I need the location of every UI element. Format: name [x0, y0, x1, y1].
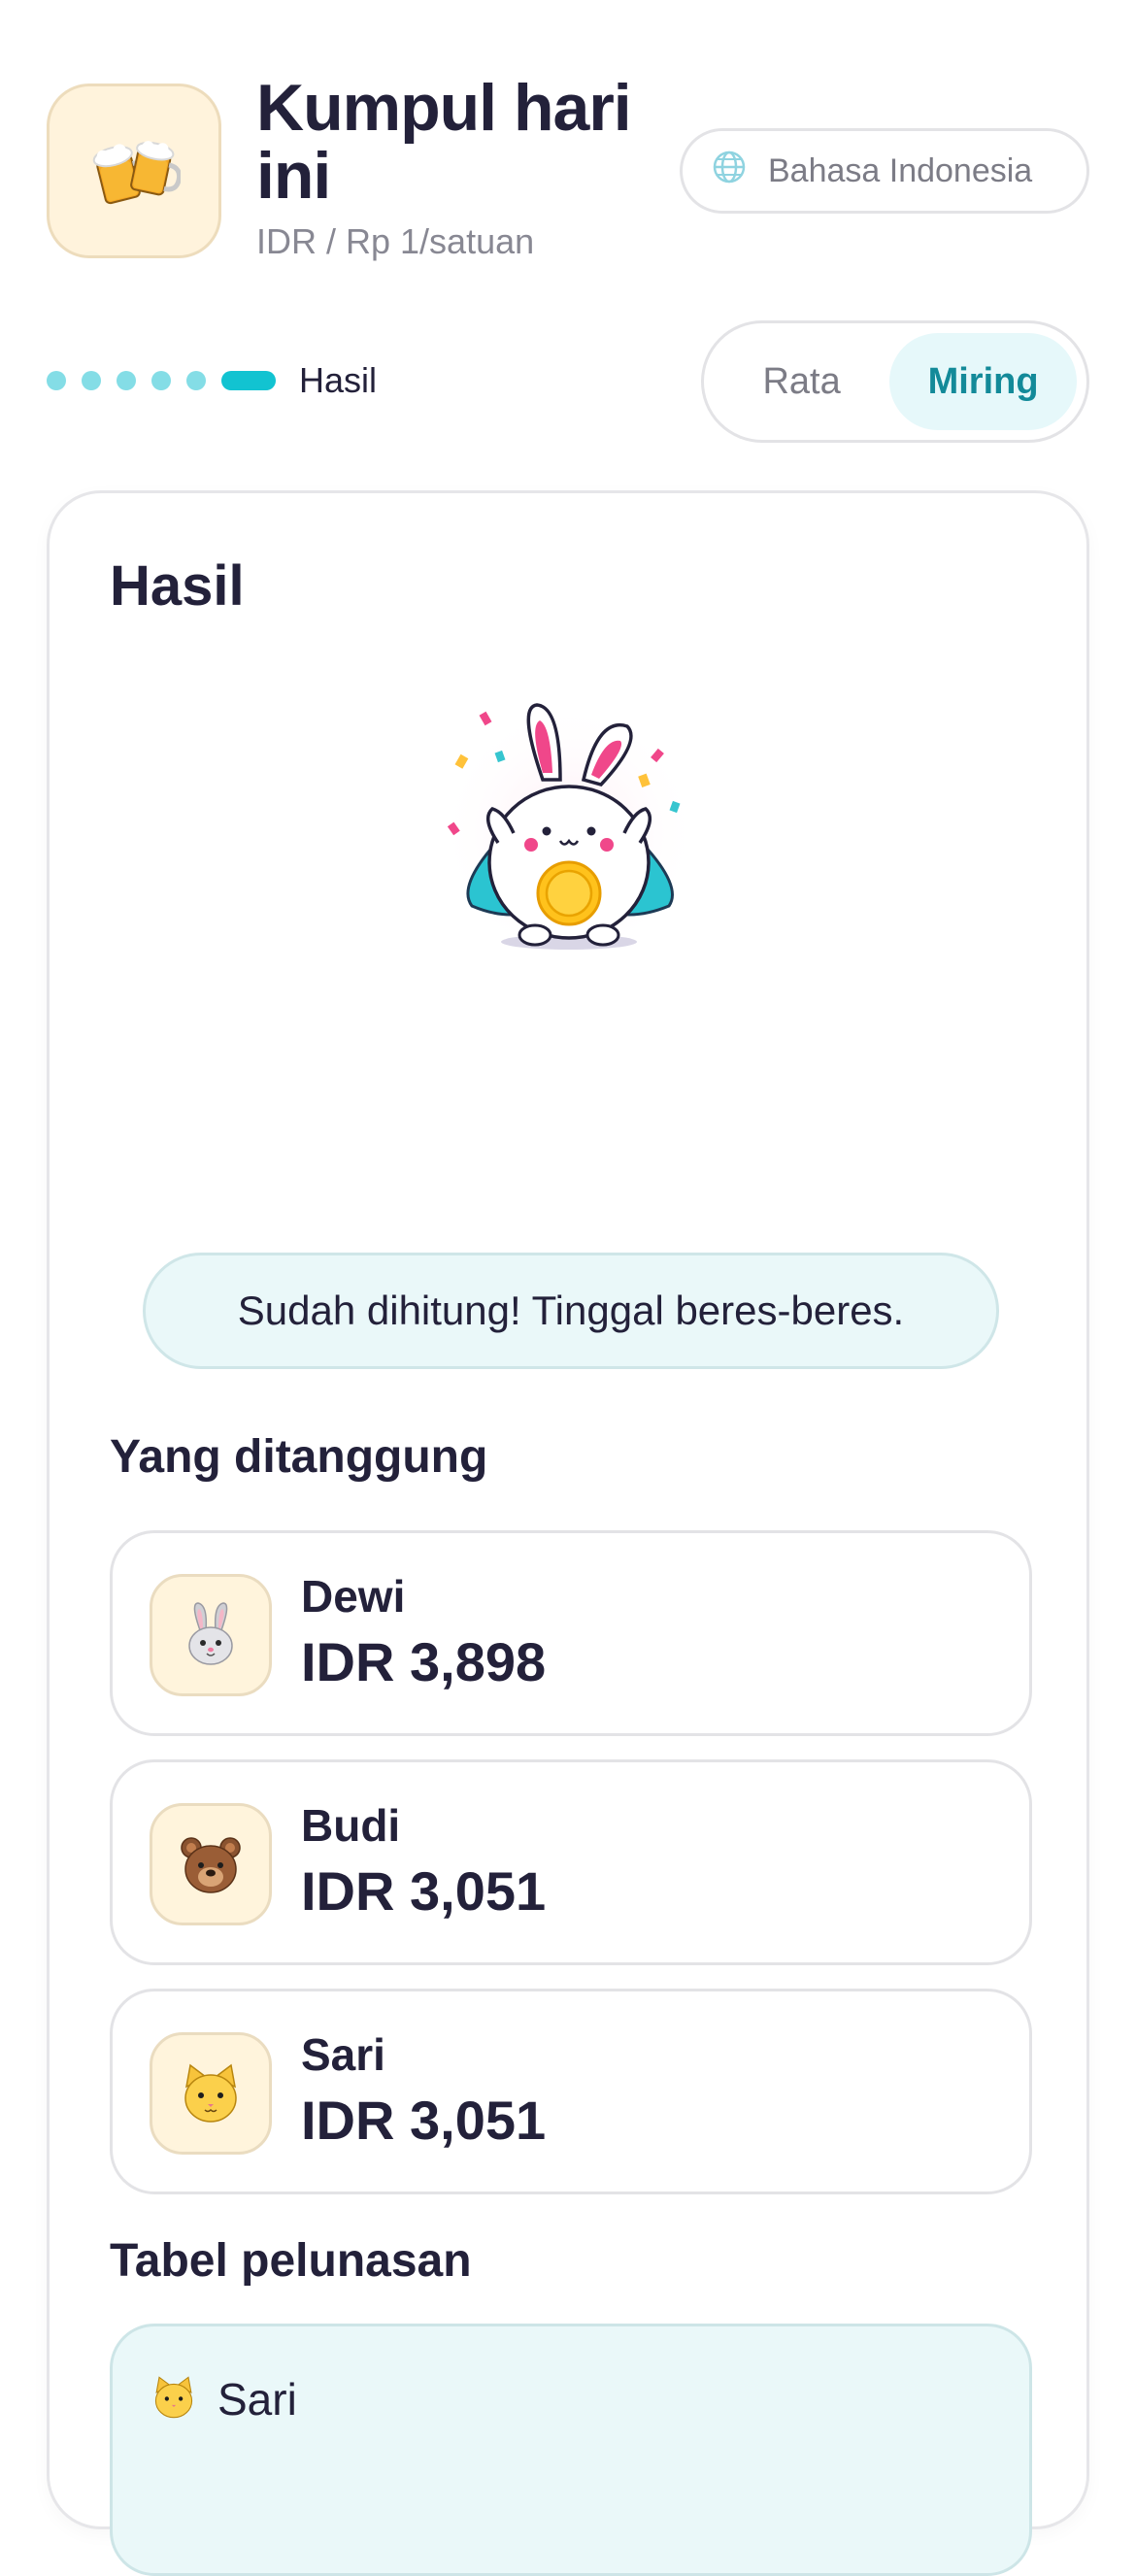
mode-option-miring[interactable]: Miring — [889, 333, 1077, 430]
beer-mugs-icon — [47, 84, 221, 258]
globe-icon — [712, 150, 747, 193]
step-dot — [186, 371, 206, 390]
split-mode-toggle: Rata Miring — [701, 320, 1089, 443]
person-name: Dewi — [301, 1571, 406, 1622]
person-amount: IDR 3,051 — [301, 2090, 547, 2151]
cat-face-icon — [150, 2032, 272, 2155]
step-label: Hasil — [299, 360, 378, 400]
step-dot — [47, 371, 66, 390]
person-amount: IDR 3,051 — [301, 1860, 547, 1922]
share-row: Budi IDR 3,051 — [110, 1759, 1032, 1965]
bear-face-icon — [150, 1803, 272, 1925]
status-banner: Sudah dihitung! Tinggal beres-beres. — [143, 1253, 999, 1369]
step-dot — [82, 371, 101, 390]
share-row: Sari IDR 3,051 — [110, 1989, 1032, 2194]
person-name: Sari — [301, 2029, 385, 2080]
settlement-row: Sari — [110, 2324, 1032, 2576]
page-title: Kumpul hari ini — [256, 71, 632, 213]
step-dot-current — [221, 371, 276, 390]
currency-subtitle: IDR / Rp 1/satuan — [256, 221, 535, 261]
language-selector[interactable]: Bahasa Indonesia — [680, 128, 1089, 214]
step-dot — [117, 371, 136, 390]
settlement-payer-name: Sari — [217, 2374, 297, 2425]
result-card: Hasil Sudah dihitung! Tinggal beres-bere… — [47, 490, 1089, 2576]
title-block: Kumpul hari ini IDR / Rp 1/satuan — [256, 74, 674, 262]
step-dot — [151, 371, 171, 390]
result-title: Hasil — [110, 554, 245, 618]
step-indicator: Hasil — [47, 359, 377, 402]
rabbit-face-icon — [150, 1574, 272, 1696]
header: Kumpul hari ini IDR / Rp 1/satuan Bahasa… — [47, 74, 1089, 264]
cat-face-icon — [150, 2373, 198, 2422]
person-name: Budi — [301, 1800, 401, 1851]
language-label: Bahasa Indonesia — [768, 151, 1033, 189]
person-amount: IDR 3,898 — [301, 1631, 547, 1692]
settlement-section-title: Tabel pelunasan — [110, 2235, 472, 2287]
shares-section-title: Yang ditanggung — [110, 1431, 488, 1483]
mode-option-rata[interactable]: Rata — [714, 333, 889, 430]
share-row: Dewi IDR 3,898 — [110, 1530, 1032, 1736]
bunny-with-coin-illustration — [428, 687, 710, 969]
